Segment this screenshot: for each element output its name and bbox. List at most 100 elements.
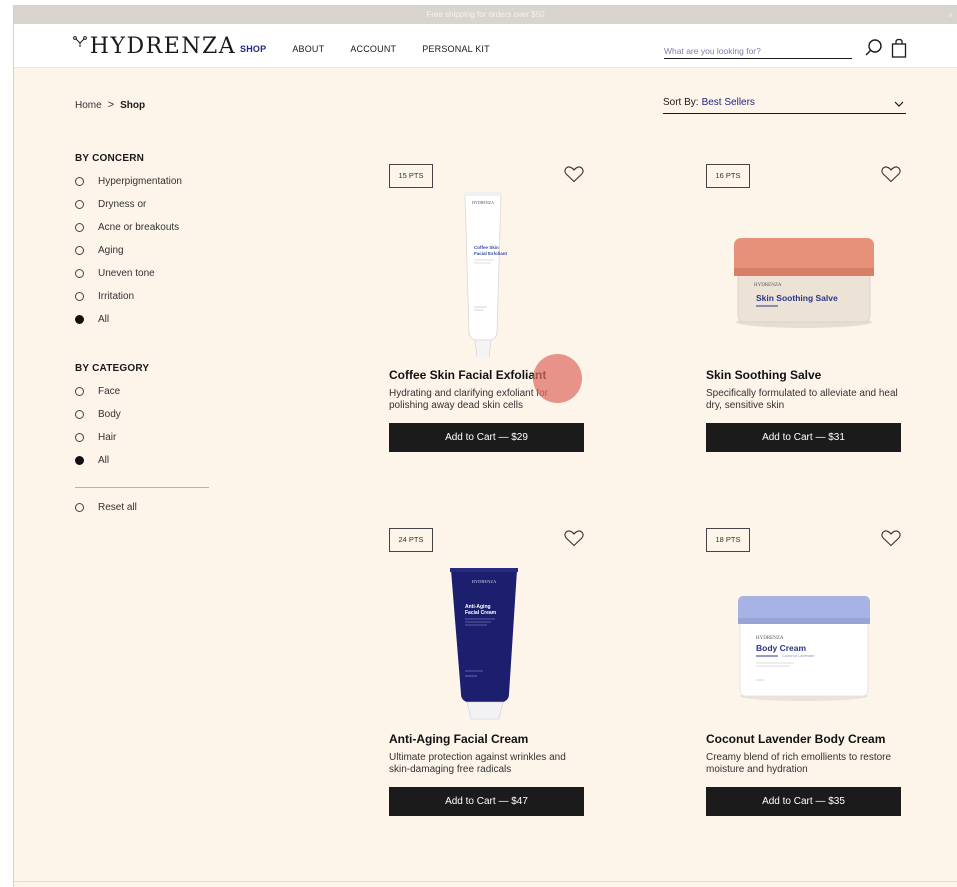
tube-brand-text: HYDRENZA: [472, 579, 497, 584]
nav-shop[interactable]: SHOP: [240, 44, 266, 54]
product-description: Hydrating and clarifying exfoliant for p…: [389, 388, 548, 411]
jar-label-text: Skin Soothing Salve: [756, 293, 838, 303]
radio-icon[interactable]: [75, 433, 84, 442]
heart-icon[interactable]: [881, 166, 901, 183]
product-name[interactable]: Anti-Aging Facial Cream: [389, 732, 528, 746]
reset-all-button[interactable]: Reset all: [75, 496, 137, 519]
product-description: Specifically formulated to alleviate and…: [706, 388, 898, 411]
footer-divider: [14, 881, 957, 882]
chevron-down-icon: [894, 101, 904, 107]
filter-option-all-concerns[interactable]: All: [75, 308, 182, 331]
filter-option-label: Face: [98, 386, 121, 397]
nav-personal-kit[interactable]: PERSONAL KIT: [422, 44, 490, 54]
product-name[interactable]: Coffee Skin Facial Exfoliant: [389, 368, 546, 382]
search-input[interactable]: [664, 43, 852, 59]
concern-filter-list: Hyperpigmentation Dryness or Acne or bre…: [75, 170, 182, 331]
radio-icon[interactable]: [75, 177, 84, 186]
breadcrumb-home[interactable]: Home: [75, 100, 102, 111]
product-card: 24 PTS HYDRENZA Anti-Aging Facial Cream …: [389, 528, 584, 828]
filter-option-uneven-tone[interactable]: Uneven tone: [75, 262, 182, 285]
filter-option-label: All: [98, 314, 110, 325]
product-image-body-cream[interactable]: HYDRENZA Body Cream Coconut Lavender: [726, 546, 881, 721]
product-image-skin-soothing-salve[interactable]: HYDRENZA Skin Soothing Salve: [726, 182, 881, 357]
product-name[interactable]: Coconut Lavender Body Cream: [706, 732, 885, 746]
sort-label: Sort By:: [663, 97, 699, 108]
radio-icon[interactable]: [75, 387, 84, 396]
filter-option-label: Hair: [98, 432, 117, 443]
search-icon[interactable]: [864, 38, 884, 58]
heart-icon[interactable]: [564, 530, 584, 547]
filter-option-aging[interactable]: Aging: [75, 239, 182, 262]
logo[interactable]: HYDRENZA: [73, 34, 236, 59]
product-name[interactable]: Skin Soothing Salve: [706, 368, 821, 382]
jar-label-line2: Coconut Lavender: [782, 653, 815, 658]
tube-label-line1: Coffee Skin: [474, 245, 499, 250]
nav-about[interactable]: ABOUT: [292, 44, 324, 54]
filter-title-concern: BY CONCERN: [75, 153, 145, 164]
logo-text: HYDRENZA: [89, 34, 237, 59]
sort-value: Best Sellers: [701, 97, 755, 108]
reset-filter: Reset all: [75, 496, 137, 519]
product-card: 18 PTS HYDRENZA Body Cream Coconut Laven…: [706, 528, 901, 828]
radio-icon[interactable]: [75, 503, 84, 512]
nav-account[interactable]: ACCOUNT: [350, 44, 396, 54]
jar-brand-text: HYDRENZA: [756, 636, 784, 641]
promo-text: Free shipping for orders over $50: [426, 10, 545, 19]
filter-option-label: Hyperpigmentation: [98, 176, 182, 187]
filter-option-face[interactable]: Face: [75, 380, 121, 403]
tube-label-line2: Facial Cream: [465, 610, 497, 616]
radio-icon[interactable]: [75, 269, 84, 278]
filter-option-label: Dryness or: [98, 199, 147, 210]
product-image-anti-aging-cream[interactable]: HYDRENZA Anti-Aging Facial Cream: [409, 546, 564, 721]
product-image-coffee-exfoliant[interactable]: HYDRENZA Coffee Skin Facial Exfoliant: [409, 182, 564, 357]
radio-icon[interactable]: [75, 223, 84, 232]
radio-icon[interactable]: [75, 246, 84, 255]
filter-option-label: Aging: [98, 245, 124, 256]
filter-option-label: Uneven tone: [98, 268, 155, 279]
filter-option-label: Irritation: [98, 291, 135, 302]
reset-all-label: Reset all: [98, 502, 137, 513]
breadcrumb-current: Shop: [120, 100, 146, 111]
add-to-cart-button[interactable]: Add to Cart — $47: [389, 787, 584, 816]
filter-option-label: All: [98, 455, 110, 466]
product-card: 15 PTS HYDRENZA Coffee Skin Facial Exfol…: [389, 164, 584, 464]
filter-divider: [75, 487, 209, 488]
radio-icon[interactable]: [75, 200, 84, 209]
add-to-cart-button[interactable]: Add to Cart — $31: [706, 423, 901, 452]
sort-dropdown[interactable]: Sort By: Best Sellers: [663, 97, 906, 114]
filter-option-irritation[interactable]: Irritation: [75, 285, 182, 308]
logo-molecule-icon: [73, 34, 92, 52]
filter-option-hyperpigmentation[interactable]: Hyperpigmentation: [75, 170, 182, 193]
breadcrumb-separator: >: [107, 99, 115, 111]
radio-selected-icon[interactable]: [75, 315, 84, 324]
tube-brand-text: HYDRENZA: [472, 200, 494, 205]
tube-label-line2: Facial Exfoliant: [474, 251, 508, 256]
filter-option-label: Acne or breakouts: [98, 222, 180, 233]
category-filter-list: Face Body Hair All: [75, 380, 121, 472]
radio-selected-icon[interactable]: [75, 456, 84, 465]
breadcrumb: Home > Shop: [75, 99, 145, 111]
radio-icon[interactable]: [75, 410, 84, 419]
jar-label-line1: Body Cream: [756, 643, 807, 653]
product-card: 16 PTS HYDRENZA Skin Soothing Salve Skin…: [706, 164, 901, 464]
filter-option-all-categories[interactable]: All: [75, 449, 121, 472]
product-description: Ultimate protection against wrinkles and…: [389, 752, 566, 775]
main-nav: SHOP ABOUT ACCOUNT PERSONAL KIT: [240, 44, 516, 54]
product-description: Creamy blend of rich emollients to resto…: [706, 752, 892, 775]
heart-icon[interactable]: [564, 166, 584, 183]
heart-icon[interactable]: [881, 530, 901, 547]
filter-option-hair[interactable]: Hair: [75, 426, 121, 449]
add-to-cart-button[interactable]: Add to Cart — $35: [706, 787, 901, 816]
add-to-cart-button[interactable]: Add to Cart — $29: [389, 423, 584, 452]
jar-brand-text: HYDRENZA: [754, 283, 782, 288]
page-frame: Free shipping for orders over $50 × HYDR…: [13, 5, 957, 887]
site-header: HYDRENZA SHOP ABOUT ACCOUNT PERSONAL KIT: [14, 24, 957, 68]
filter-option-acne[interactable]: Acne or breakouts: [75, 216, 182, 239]
shopping-bag-icon[interactable]: [891, 38, 907, 58]
filter-option-body[interactable]: Body: [75, 403, 121, 426]
filter-option-dryness[interactable]: Dryness or: [75, 193, 182, 216]
radio-icon[interactable]: [75, 292, 84, 301]
promo-banner: Free shipping for orders over $50 ×: [14, 6, 957, 24]
close-banner-button[interactable]: ×: [948, 6, 953, 24]
filter-option-label: Body: [98, 409, 121, 420]
